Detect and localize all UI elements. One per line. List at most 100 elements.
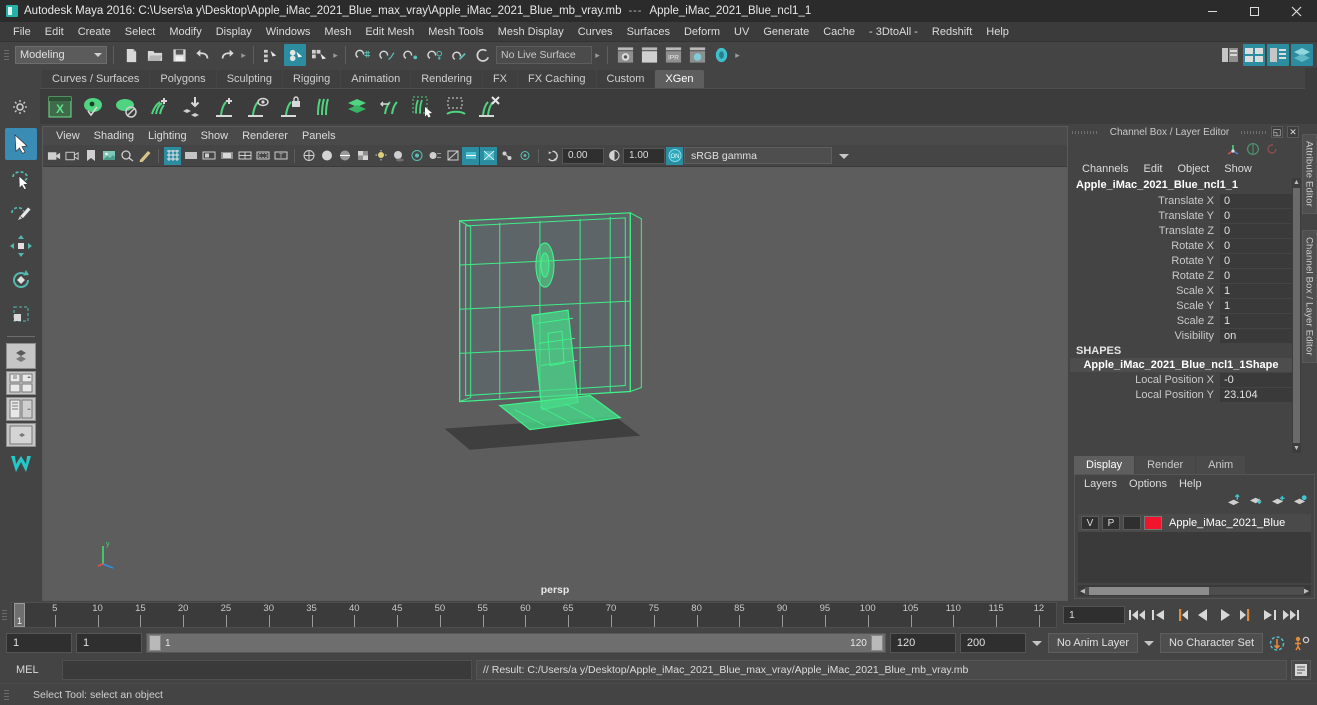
channel-value[interactable]: -0 <box>1220 372 1292 387</box>
select-by-object-icon[interactable] <box>284 44 306 66</box>
gamma-field[interactable]: 1.00 <box>623 147 665 164</box>
channel-box-scrollbar[interactable]: ▲ ▼ <box>1292 178 1301 453</box>
grease-pencil-icon[interactable] <box>136 147 153 165</box>
range-end-field[interactable]: 120 <box>889 633 956 653</box>
minimize-button[interactable] <box>1191 0 1233 22</box>
channel-value[interactable]: 1 <box>1220 298 1292 313</box>
render-view-icon[interactable] <box>710 44 732 66</box>
viewport-menu-lighting[interactable]: Lighting <box>141 129 194 143</box>
hypershade-icon[interactable] <box>686 44 708 66</box>
xray-active-components-icon[interactable] <box>516 147 533 165</box>
step-forward-frame-icon[interactable] <box>1237 605 1257 625</box>
channelbox-menu-channels[interactable]: Channels <box>1076 162 1134 176</box>
command-input[interactable] <box>62 660 472 680</box>
current-frame-field[interactable]: 1 <box>1063 606 1125 624</box>
shadows-icon[interactable] <box>390 147 407 165</box>
menu-3dtoall[interactable]: - 3DtoAll - <box>862 24 925 40</box>
close-panel-icon[interactable]: ✕ <box>1287 126 1299 138</box>
animation-end-field[interactable]: 200 <box>959 633 1026 653</box>
statusline-collapse-2[interactable]: ▸ <box>332 46 339 64</box>
layer-editor-icon[interactable] <box>1291 44 1313 66</box>
shelf-tab-xgen[interactable]: XGen <box>655 70 704 88</box>
image-plane-icon[interactable] <box>100 147 117 165</box>
menu-select[interactable]: Select <box>118 24 163 40</box>
ipr-render-icon[interactable] <box>638 44 660 66</box>
exposure-icon[interactable] <box>544 147 561 165</box>
move-layer-down-icon[interactable] <box>1249 494 1264 510</box>
menu-cache[interactable]: Cache <box>816 24 862 40</box>
undo-icon[interactable] <box>192 44 214 66</box>
layer-menu-help[interactable]: Help <box>1174 477 1207 491</box>
show-hide-tool-settings-icon[interactable] <box>1243 44 1265 66</box>
shaded-wireframe-icon[interactable] <box>336 147 353 165</box>
no-manip-icon[interactable] <box>1246 142 1260 159</box>
xgen-length-icon[interactable] <box>376 93 404 121</box>
layer-playback-toggle[interactable]: P <box>1102 516 1120 530</box>
layer-row[interactable]: V P Apple_iMac_2021_Blue <box>1078 514 1311 532</box>
play-forwards-icon[interactable] <box>1215 605 1235 625</box>
manipulator-axis-icon[interactable] <box>1225 142 1241 159</box>
four-view-layout-icon[interactable] <box>6 371 36 395</box>
shelf-tab-fx-caching[interactable]: FX Caching <box>518 70 596 88</box>
gamma-icon[interactable] <box>605 147 622 165</box>
layer-horizontal-scrollbar[interactable]: ◀ ▶ <box>1078 585 1311 596</box>
range-start-field[interactable]: 1 <box>76 633 142 653</box>
close-button[interactable] <box>1275 0 1317 22</box>
menu-deform[interactable]: Deform <box>677 24 727 40</box>
scroll-down-icon[interactable]: ▼ <box>1293 445 1300 452</box>
channel-row[interactable]: Local Position X -0 <box>1070 372 1292 387</box>
helpline-grip[interactable] <box>4 686 10 704</box>
menu-create[interactable]: Create <box>71 24 118 40</box>
new-scene-icon[interactable] <box>120 44 142 66</box>
go-to-end-icon[interactable] <box>1281 605 1301 625</box>
smooth-shade-icon[interactable] <box>318 147 335 165</box>
xgen-region-mask-icon[interactable] <box>442 93 470 121</box>
xray-joints-icon[interactable] <box>498 147 515 165</box>
rotate-tool-icon[interactable] <box>5 264 37 296</box>
undock-icon[interactable]: ◱ <box>1271 126 1283 138</box>
channelbox-menu-object[interactable]: Object <box>1171 162 1215 176</box>
go-to-start-icon[interactable] <box>1127 605 1147 625</box>
channel-row[interactable]: Local Position Y 23.104 <box>1070 387 1292 402</box>
anim-layer-select[interactable]: No Anim Layer <box>1047 633 1139 653</box>
channel-value[interactable]: 23.104 <box>1220 387 1292 402</box>
shelf-tab-curves-surfaces[interactable]: Curves / Surfaces <box>42 70 150 88</box>
make-live-icon[interactable] <box>472 44 494 66</box>
viewport-menu-show[interactable]: Show <box>194 129 236 143</box>
shelf-settings-gear-icon[interactable] <box>9 96 31 118</box>
shelf-tab-polygons[interactable]: Polygons <box>150 70 216 88</box>
menu-surfaces[interactable]: Surfaces <box>620 24 677 40</box>
snap-to-curve-icon[interactable] <box>376 44 398 66</box>
menu-modify[interactable]: Modify <box>162 24 208 40</box>
timeslider-grip[interactable] <box>2 606 8 624</box>
side-tab-channel-box[interactable]: Channel Box / Layer Editor <box>1301 230 1317 363</box>
channel-value[interactable]: 0 <box>1220 208 1292 223</box>
outliner-persp-layout-icon[interactable] <box>6 397 36 421</box>
layer-tab-display[interactable]: Display <box>1074 456 1135 474</box>
show-hide-attribute-editor-icon[interactable] <box>1219 44 1241 66</box>
script-editor-icon[interactable] <box>1291 660 1311 680</box>
xgen-density-icon[interactable] <box>343 93 371 121</box>
maximize-button[interactable] <box>1233 0 1275 22</box>
channel-row[interactable]: Scale Y 1 <box>1070 298 1292 313</box>
channel-value[interactable]: 0 <box>1220 268 1292 283</box>
shelf-tab-rigging[interactable]: Rigging <box>282 70 341 88</box>
channel-row[interactable]: Translate X 0 <box>1070 193 1292 208</box>
shelf-tab-sculpting[interactable]: Sculpting <box>216 70 282 88</box>
shelf-scrollbar[interactable] <box>1305 68 1317 124</box>
layer-name[interactable]: Apple_iMac_2021_Blue <box>1169 517 1285 529</box>
statusline-grip[interactable] <box>4 46 10 64</box>
gate-mask-icon[interactable] <box>218 147 235 165</box>
range-end-handle[interactable] <box>870 635 883 651</box>
xgen-add-guide-icon[interactable] <box>211 93 239 121</box>
grid-icon[interactable] <box>164 146 181 165</box>
xgen-lock-guide-icon[interactable] <box>277 93 305 121</box>
shelf-tab-fx[interactable]: FX <box>482 70 518 88</box>
layer-color-swatch[interactable] <box>1144 516 1162 530</box>
menu-mesh-tools[interactable]: Mesh Tools <box>421 24 490 40</box>
channel-row[interactable]: Scale Z 1 <box>1070 313 1292 328</box>
single-perspective-layout-icon[interactable] <box>6 343 36 369</box>
channel-row[interactable]: Scale X 1 <box>1070 283 1292 298</box>
move-tool-icon[interactable] <box>5 230 37 262</box>
xgen-select-guide-icon[interactable] <box>409 93 437 121</box>
